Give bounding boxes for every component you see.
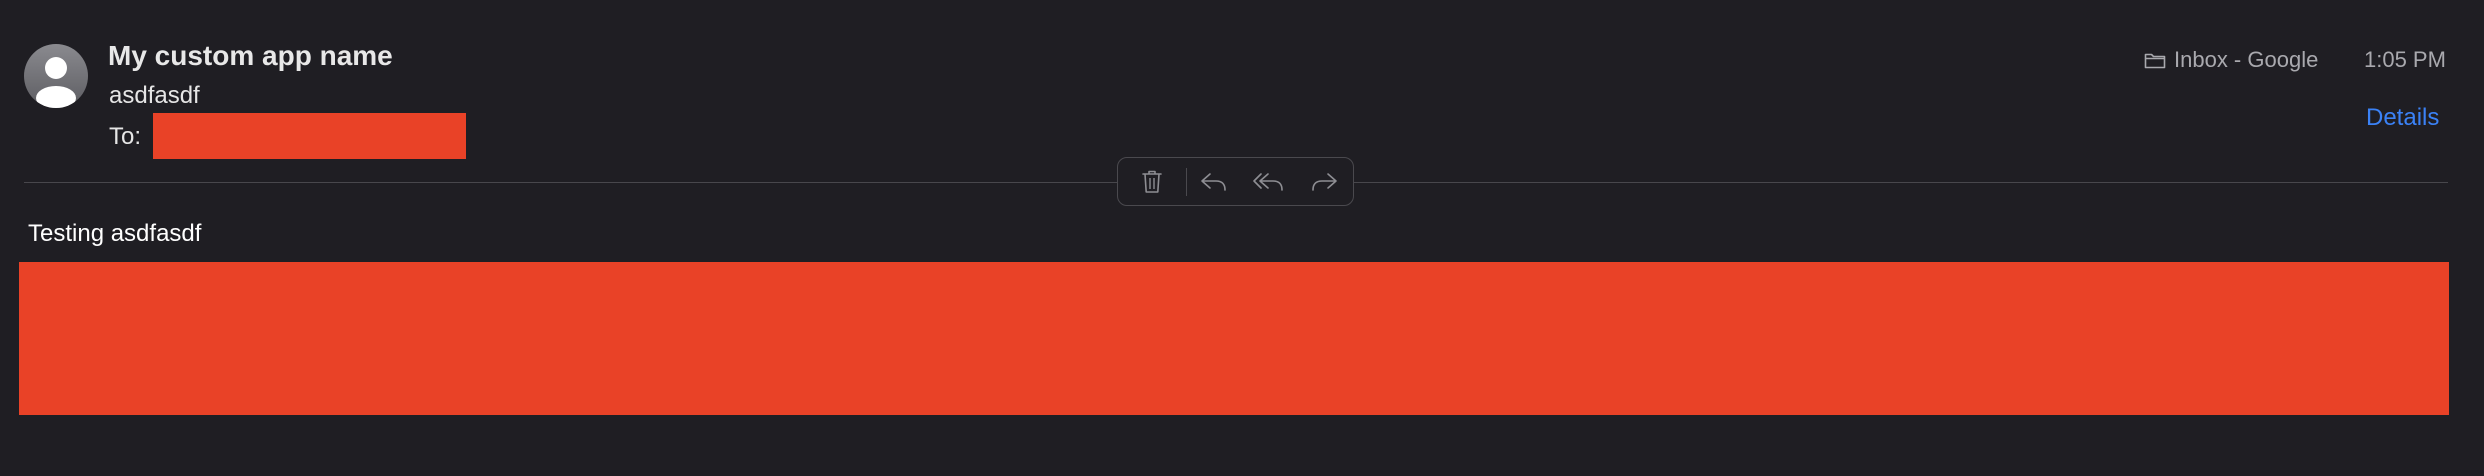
reply-icon: [1201, 172, 1226, 191]
message-body-text: Testing asdfasdf: [28, 220, 202, 247]
sender-avatar: [24, 44, 88, 108]
sender-name[interactable]: My custom app name: [108, 40, 393, 72]
reply-button[interactable]: [1187, 158, 1241, 205]
reply-all-button[interactable]: [1241, 158, 1297, 205]
reply-all-icon: [1253, 172, 1283, 191]
message-toolbar: [1117, 157, 1354, 206]
forward-icon: [1312, 172, 1337, 191]
recipient-redacted: [153, 113, 466, 159]
details-link[interactable]: Details: [2366, 104, 2439, 132]
message-subject: asdfasdf: [109, 82, 200, 109]
message-time: 1:05 PM: [2364, 47, 2446, 72]
to-label: To:: [109, 123, 142, 150]
trash-icon: [1142, 170, 1162, 193]
mailbox-name: Inbox - Google: [2174, 47, 2319, 72]
person-icon: [36, 57, 76, 108]
delete-button[interactable]: [1118, 158, 1186, 205]
folder-icon: [2144, 51, 2166, 69]
forward-button[interactable]: [1297, 158, 1351, 205]
body-redacted-block: [19, 262, 2449, 415]
mailbox-label[interactable]: Inbox - Google: [2144, 47, 2318, 73]
